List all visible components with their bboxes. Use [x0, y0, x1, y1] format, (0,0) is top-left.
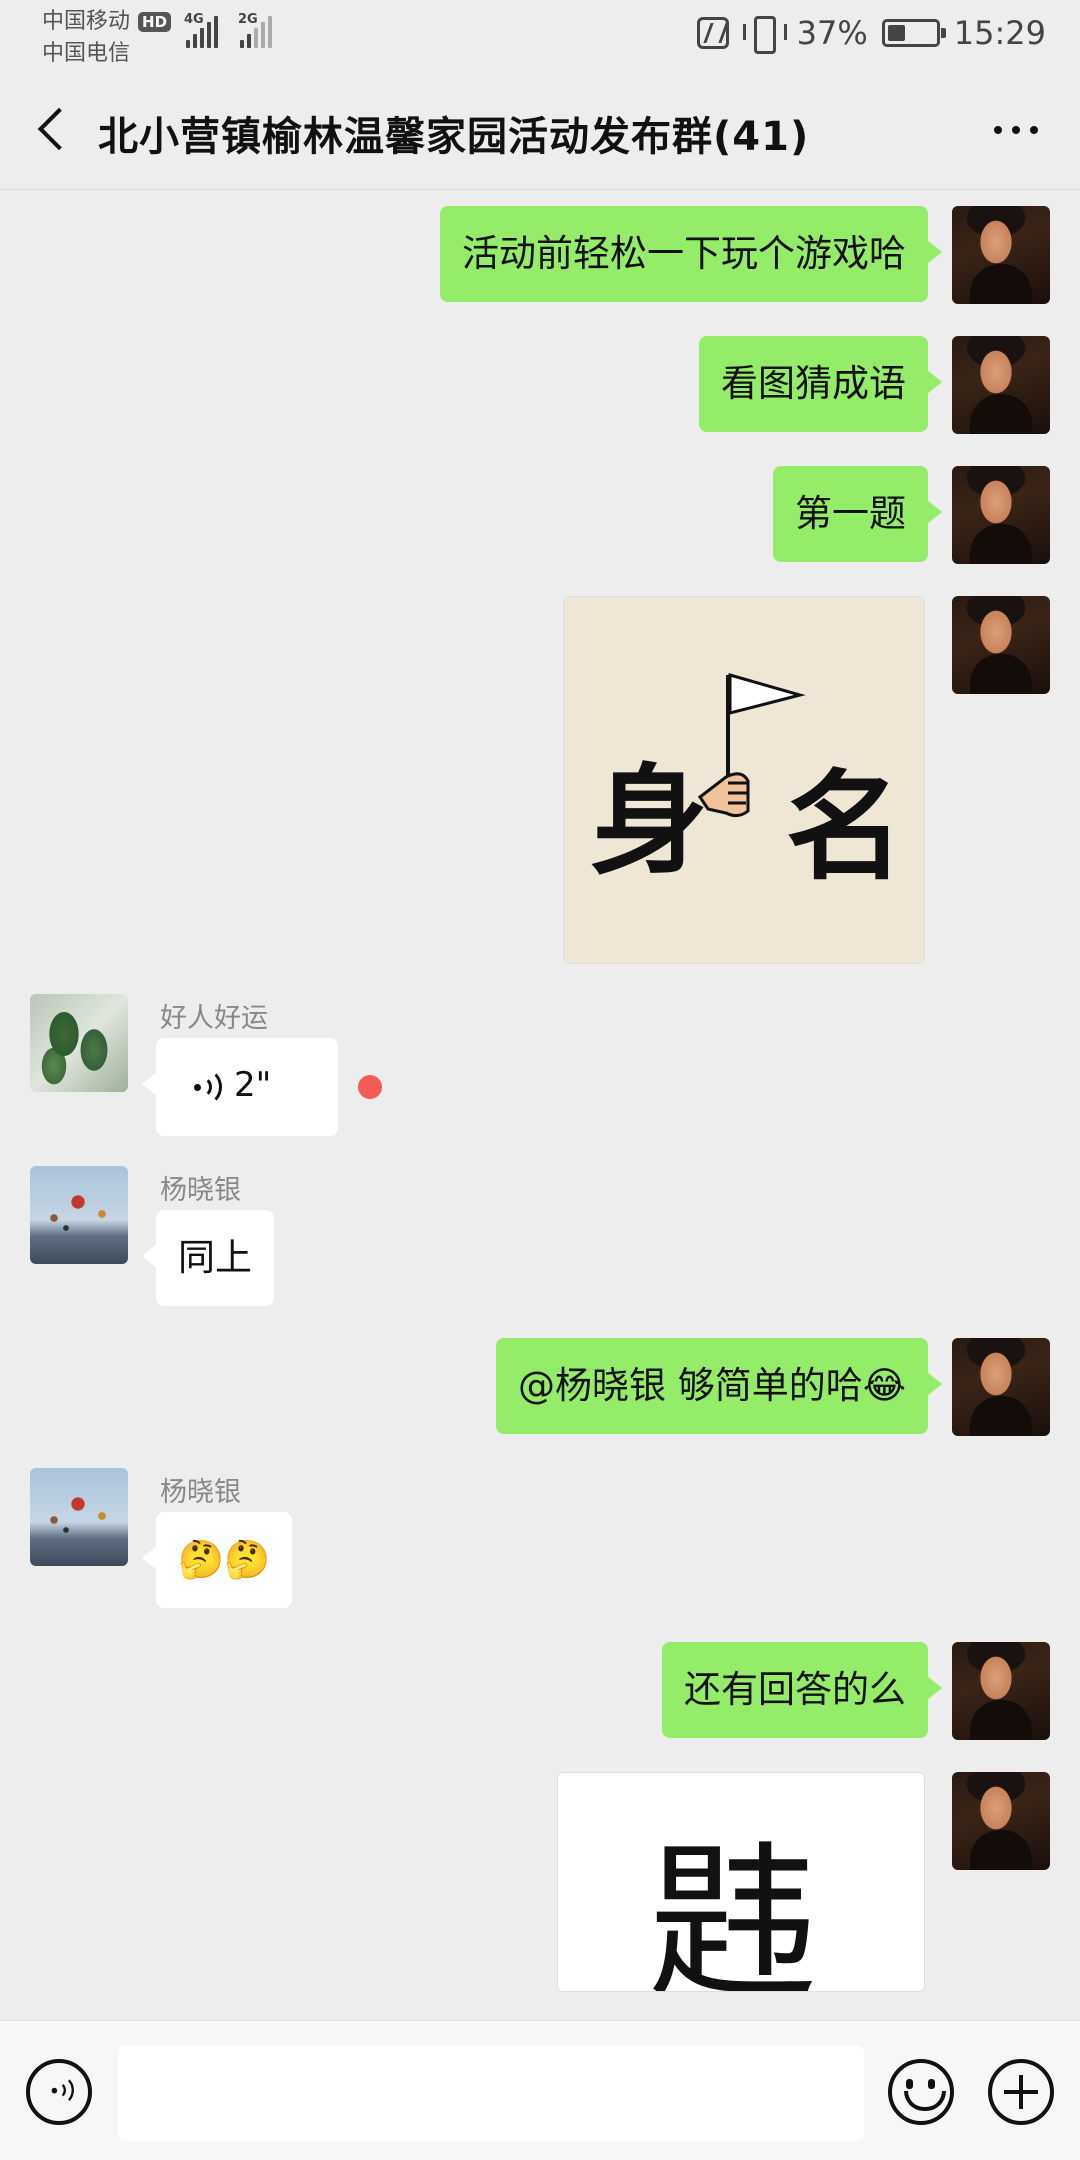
avatar[interactable] [952, 1642, 1050, 1740]
image-message[interactable]: 韪 [557, 1772, 925, 1992]
unread-indicator [358, 1075, 382, 1099]
message-bubble[interactable]: 还有回答的么 [662, 1642, 942, 1738]
signal-indicators: 4G 2G [184, 12, 272, 48]
voice-input-button[interactable] [26, 2059, 92, 2125]
puzzle-character: 韪 [648, 1825, 819, 1992]
network-type-2: 2G [238, 12, 258, 27]
sender-name: 好人好运 [160, 1003, 268, 1034]
avatar[interactable] [30, 1166, 128, 1264]
voice-icon [50, 2075, 74, 2107]
image-message[interactable]: 身 名 [563, 596, 925, 964]
carrier-name-1: 中国移动 [42, 9, 131, 34]
more-functions-plus-icon[interactable] [988, 2059, 1054, 2125]
carrier-info: 中国移动 HD 中国电信 [42, 6, 172, 70]
status-right: 37% 15:29 [696, 14, 1046, 54]
message-bubble[interactable]: 第一题 [773, 466, 942, 562]
chat-title: 北小营镇榆林温馨家园活动发布群(41) [98, 114, 810, 160]
message-input[interactable] [118, 2045, 864, 2141]
message-bubble[interactable]: @杨晓银 够简单的哈😂 [496, 1338, 942, 1434]
message-bubble[interactable]: 🤔🤔 [141, 1512, 293, 1608]
more-options-icon[interactable] [994, 126, 1038, 134]
sender-name: 杨晓银 [160, 1477, 241, 1508]
chat-header: 北小营镇榆林温馨家园活动发布群(41) [0, 72, 1080, 190]
network-type-1: 4G [184, 12, 204, 27]
avatar[interactable] [952, 336, 1050, 434]
hd-badge: HD [138, 12, 172, 32]
message-bubble[interactable]: 看图猜成语 [699, 336, 942, 432]
message-bubble[interactable]: 同上 [142, 1210, 274, 1306]
input-bar [0, 2020, 1080, 2160]
clock: 15:29 [953, 14, 1046, 52]
signal-icon-1: 4G [184, 12, 218, 48]
avatar[interactable] [30, 1468, 128, 1566]
voice-icon [192, 1068, 222, 1108]
battery-percent: 37% [796, 14, 868, 52]
back-arrow-icon[interactable] [34, 110, 74, 150]
emoji-button-icon[interactable] [888, 2059, 954, 2125]
carrier-name-2: 中国电信 [42, 41, 131, 66]
voice-message[interactable]: 2" [142, 1038, 338, 1136]
avatar[interactable] [952, 1772, 1050, 1870]
status-bar: 中国移动 HD 中国电信 4G 2G 37% 15:29 [0, 0, 1080, 72]
voice-duration: 2" [234, 1065, 272, 1105]
avatar[interactable] [952, 466, 1050, 564]
sender-name: 杨晓银 [160, 1175, 241, 1206]
signal-icon-2: 2G [238, 12, 272, 48]
battery-charging-icon [881, 19, 946, 47]
puzzle-character: 身 [590, 751, 709, 890]
message-bubble[interactable]: 活动前轻松一下玩个游戏哈 [440, 206, 942, 302]
avatar[interactable] [952, 1338, 1050, 1436]
avatar[interactable] [952, 596, 1050, 694]
avatar[interactable] [952, 206, 1050, 304]
nfc-icon [696, 17, 729, 49]
puzzle-character: 名 [786, 757, 905, 896]
vibrate-icon [742, 16, 787, 54]
avatar[interactable] [30, 994, 128, 1092]
